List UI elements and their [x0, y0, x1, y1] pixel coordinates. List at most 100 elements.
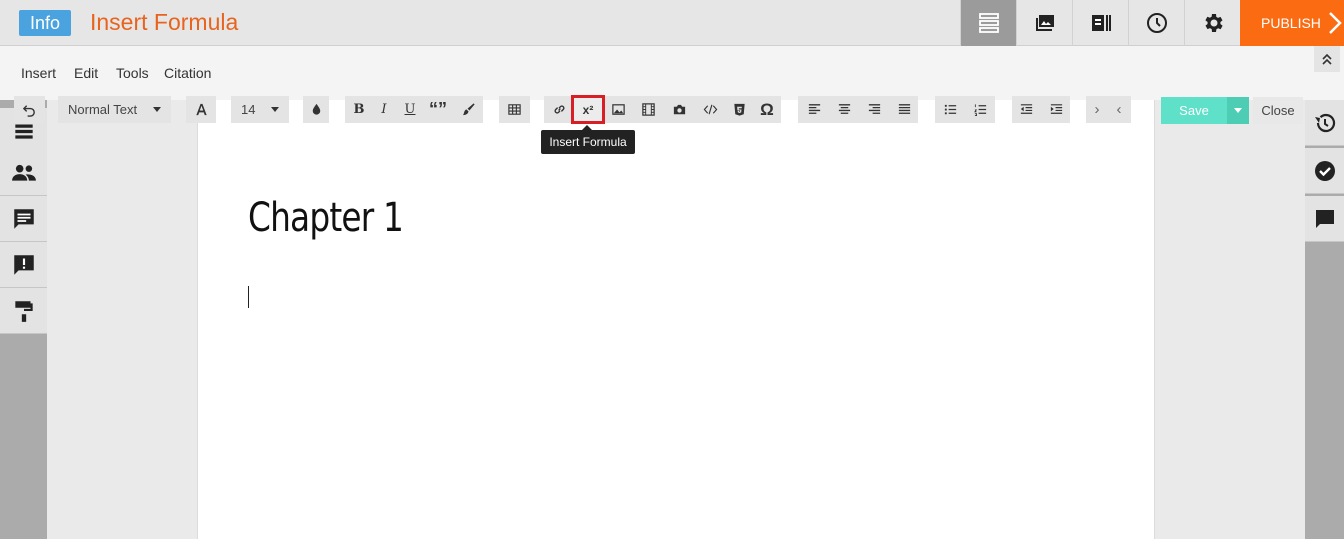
double-chevron-up-icon — [1322, 53, 1332, 65]
insert-formula-tooltip: Insert Formula — [541, 130, 635, 154]
caret-down-icon — [271, 107, 279, 112]
list-view-button[interactable] — [960, 0, 1016, 46]
font-icon — [195, 103, 207, 116]
insert-formula-button[interactable]: x² — [571, 95, 605, 124]
chapter-heading[interactable]: Chapter 1 — [248, 195, 404, 241]
toolbar-scroll-left[interactable]: ‹ — [1109, 96, 1129, 123]
insert-html-button[interactable] — [727, 96, 751, 123]
gear-icon — [1204, 14, 1223, 32]
menu-tools[interactable]: Tools — [116, 65, 149, 81]
history-button[interactable] — [1128, 0, 1184, 46]
sidebar-comments-button[interactable] — [0, 196, 47, 242]
italic-button[interactable]: I — [373, 96, 395, 123]
save-options-button[interactable] — [1227, 97, 1249, 124]
drop-icon — [312, 103, 320, 115]
chevron-right-icon — [1329, 12, 1342, 34]
chat-button[interactable] — [1305, 196, 1344, 242]
align-center-icon — [838, 104, 850, 114]
align-justify-button[interactable] — [892, 96, 916, 123]
insert-image-button[interactable] — [606, 96, 630, 123]
font-size-value: 14 — [241, 102, 256, 117]
settings-button[interactable] — [1184, 0, 1240, 46]
history-icon — [1314, 113, 1335, 132]
outdent-button[interactable] — [1014, 96, 1038, 123]
clock-icon — [1146, 13, 1167, 33]
chat-icon — [1315, 209, 1334, 228]
list-icon — [978, 13, 999, 33]
bold-button[interactable]: B — [348, 96, 370, 123]
html5-icon — [733, 103, 745, 116]
blockquote-button[interactable]: “” — [426, 96, 450, 123]
save-button[interactable]: Save — [1161, 97, 1227, 124]
publish-label: PUBLISH — [1261, 15, 1321, 31]
underline-button[interactable]: U — [398, 96, 422, 123]
text-style-select[interactable]: Normal Text — [58, 96, 171, 123]
left-sidebar — [0, 100, 47, 539]
publish-button[interactable]: PUBLISH — [1240, 0, 1344, 46]
film-icon — [641, 103, 655, 116]
bullet-list-icon — [944, 104, 956, 115]
sidebar-format-painter-button[interactable] — [0, 288, 47, 334]
image-icon — [611, 104, 625, 115]
collapse-toolbar-button[interactable] — [1314, 46, 1340, 72]
info-button[interactable]: Info — [19, 10, 71, 36]
page-title: Insert Formula — [90, 9, 239, 35]
library-button[interactable] — [1072, 0, 1128, 46]
people-icon — [11, 164, 36, 181]
library-icon — [1091, 15, 1111, 31]
menu-insert[interactable]: Insert — [21, 65, 56, 81]
gallery-button[interactable] — [1016, 0, 1072, 46]
paint-roller-icon — [14, 300, 33, 322]
insert-table-button[interactable] — [499, 96, 530, 123]
menu-citation[interactable]: Citation — [164, 65, 211, 81]
insert-video-button[interactable] — [636, 96, 660, 123]
sidebar-collaborators-button[interactable] — [0, 150, 47, 196]
font-size-select[interactable]: 14 — [231, 96, 289, 123]
link-icon — [554, 105, 564, 114]
check-circle-icon — [1314, 160, 1335, 181]
toolbar-scroll-right[interactable]: › — [1087, 96, 1107, 123]
align-right-button[interactable] — [862, 96, 886, 123]
text-style-value: Normal Text — [68, 102, 138, 117]
menu-edit[interactable]: Edit — [74, 65, 98, 81]
track-changes-button[interactable] — [1305, 148, 1344, 194]
camera-icon — [673, 104, 685, 115]
sidebar-feedback-button[interactable] — [0, 242, 47, 288]
top-bar: Info Insert Formula PUBLISH — [0, 0, 1344, 46]
table-icon — [508, 104, 521, 115]
document-page[interactable]: Chapter 1 — [197, 100, 1155, 539]
align-left-icon — [808, 104, 820, 114]
format-painter-button[interactable] — [455, 96, 481, 123]
insert-photo-button[interactable] — [667, 96, 691, 123]
brush-icon — [462, 103, 475, 116]
caret-down-icon — [1234, 108, 1242, 113]
text-cursor — [248, 286, 249, 308]
menu-bar: Insert Edit Tools Citation — [0, 46, 1344, 100]
special-character-button[interactable]: Ω — [755, 96, 779, 123]
insert-code-button[interactable] — [697, 96, 723, 123]
font-family-button[interactable] — [186, 96, 216, 123]
outdent-icon — [1020, 104, 1032, 114]
right-sidebar — [1305, 100, 1344, 539]
close-button[interactable]: Close — [1253, 97, 1303, 124]
code-icon — [703, 104, 717, 115]
insert-link-button[interactable] — [547, 96, 571, 123]
numbered-list-button[interactable] — [968, 96, 992, 123]
align-center-button[interactable] — [832, 96, 856, 123]
indent-button[interactable] — [1044, 96, 1068, 123]
alert-comment-icon — [13, 254, 34, 275]
indent-icon — [1050, 104, 1062, 114]
gallery-icon — [1035, 15, 1054, 31]
formatting-toolbar: Normal Text 14 B I U “” x² Ω › ‹ — [0, 95, 1305, 124]
undo-button[interactable] — [14, 96, 45, 123]
bullet-list-button[interactable] — [938, 96, 962, 123]
text-color-button[interactable] — [303, 96, 329, 123]
revision-history-button[interactable] — [1305, 100, 1344, 146]
caret-down-icon — [153, 107, 161, 112]
undo-icon — [22, 105, 35, 117]
app-window: Info Insert Formula PUBLISH Insert Edit … — [0, 0, 1344, 539]
numbered-list-icon — [973, 104, 986, 117]
align-right-icon — [868, 104, 880, 114]
align-left-button[interactable] — [802, 96, 826, 123]
comment-icon — [13, 208, 34, 229]
